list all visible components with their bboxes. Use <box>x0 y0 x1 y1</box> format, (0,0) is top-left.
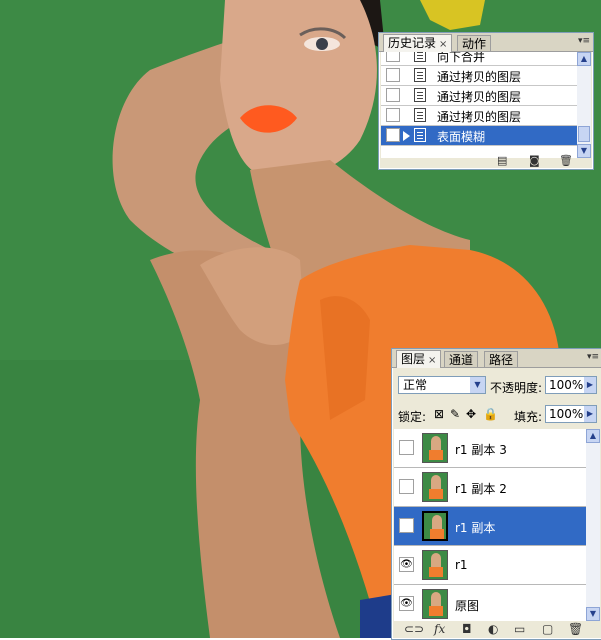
history-source-checkbox[interactable] <box>386 108 400 122</box>
layer-thumbnail <box>422 589 448 619</box>
tab-history[interactable]: 历史记录 × <box>383 34 453 52</box>
layer-row[interactable]: r1 副本 3 <box>394 429 590 468</box>
lock-label: 锁定: <box>398 410 427 424</box>
history-source-checkbox[interactable] <box>386 128 400 142</box>
scroll-down-icon[interactable]: ▼ <box>586 607 600 621</box>
history-footer: ▤ ◙ 🗑 <box>379 153 593 169</box>
lock-move-icon[interactable]: ✥ <box>466 407 476 421</box>
tab-actions-label: 动作 <box>462 37 487 51</box>
layer-name: r1 副本 <box>455 521 496 535</box>
history-item-label: 通过拷贝的图层 <box>437 70 522 84</box>
layer-row-selected[interactable]: 👁 r1 副本 <box>394 507 590 546</box>
fill-input[interactable]: 100% ▶ <box>545 405 597 423</box>
fill-label: 填充: <box>514 410 543 424</box>
opacity-label: 不透明度: <box>490 381 543 395</box>
history-item-label: 通过拷贝的图层 <box>437 110 522 124</box>
chevron-right-icon[interactable]: ▶ <box>584 377 596 393</box>
link-icon[interactable]: ⊂⊃ <box>404 622 424 636</box>
tab-layers[interactable]: 图层 × <box>396 350 442 368</box>
new-document-icon[interactable]: ▤ <box>497 154 507 167</box>
history-source-checkbox[interactable] <box>386 52 400 62</box>
layer-name: r1 副本 3 <box>455 443 507 457</box>
chevron-down-icon[interactable]: ▼ <box>470 377 485 393</box>
layer-thumbnail <box>422 511 448 541</box>
adjustment-icon[interactable]: ◐ <box>488 622 498 636</box>
history-tabbar: 历史记录 × 动作 ▾≡ <box>379 33 593 52</box>
fill-value: 100% <box>549 407 584 421</box>
history-list: 向下合并 通过拷贝的图层 通过拷贝的图层 通过拷贝的图层 表面模糊 <box>381 52 577 158</box>
layer-row[interactable]: r1 副本 2 <box>394 468 590 507</box>
layers-panel: ◂◂ 图层× 通道 路径 ▾≡ 正常 ▼ 不透明度: 100% ▶ 锁定: ⊠ … <box>391 348 601 640</box>
history-item[interactable]: 通过拷贝的图层 <box>381 106 577 126</box>
lock-all-icon[interactable]: 🔒 <box>483 407 498 421</box>
visibility-toggle[interactable] <box>399 479 414 494</box>
layer-row[interactable]: 👁 r1 <box>394 546 590 585</box>
layers-tabbar: 图层 × 通道 路径 ▾≡ <box>392 349 601 368</box>
visibility-toggle[interactable] <box>399 440 414 455</box>
new-layer-icon[interactable]: ▢ <box>542 622 553 636</box>
history-item[interactable]: 通过拷贝的图层 <box>381 66 577 86</box>
scroll-up-icon[interactable]: ▲ <box>586 429 600 443</box>
history-state-icon <box>414 52 426 62</box>
mask-icon[interactable]: ◘ <box>462 622 472 636</box>
tab-layers-label: 图层 <box>401 352 426 366</box>
scroll-thumb[interactable] <box>578 126 590 142</box>
panel-menu-icon[interactable]: ▾≡ <box>578 36 590 46</box>
lock-transparency-icon[interactable]: ⊠ <box>434 407 444 421</box>
history-state-icon <box>414 108 426 122</box>
layer-thumbnail <box>422 433 448 463</box>
history-state-icon <box>414 68 426 82</box>
close-icon[interactable]: × <box>439 39 447 50</box>
tab-actions[interactable]: 动作 <box>457 35 492 51</box>
layer-name: 原图 <box>455 599 480 613</box>
close-icon[interactable]: × <box>428 355 436 366</box>
lock-brush-icon[interactable]: ✎ <box>450 407 460 421</box>
layer-thumbnail <box>422 472 448 502</box>
history-item-selected[interactable]: 表面模糊 <box>381 126 577 146</box>
history-scrollbar[interactable]: ▲ ▼ <box>577 52 591 158</box>
tab-history-label: 历史记录 <box>388 36 437 50</box>
folder-icon[interactable]: ▭ <box>514 622 525 636</box>
layer-list: r1 副本 3 r1 副本 2 👁 r1 副本 👁 r1 👁 原图 <box>394 429 590 621</box>
history-source-checkbox[interactable] <box>386 88 400 102</box>
layers-scrollbar[interactable]: ▲ ▼ <box>586 429 600 621</box>
opacity-input[interactable]: 100% ▶ <box>545 376 597 394</box>
history-item-label: 向下合并 <box>437 52 486 64</box>
trash-icon[interactable]: 🗑 <box>559 154 573 167</box>
fx-icon[interactable]: fx <box>434 622 445 636</box>
history-state-marker-icon <box>403 131 410 141</box>
history-state-icon <box>414 88 426 102</box>
history-item-label: 通过拷贝的图层 <box>437 90 522 104</box>
layers-footer: ⊂⊃ fx ◘ ◐ ▭ ▢ 🗑 <box>392 621 601 639</box>
opacity-value: 100% <box>549 378 584 392</box>
camera-icon[interactable]: ◙ <box>529 154 540 167</box>
panel-menu-icon[interactable]: ▾≡ <box>587 352 599 362</box>
history-item[interactable]: 向下合并 <box>381 52 577 66</box>
history-item[interactable]: 通过拷贝的图层 <box>381 86 577 106</box>
eye-icon[interactable]: 👁 <box>399 557 414 572</box>
tab-paths-label: 路径 <box>489 353 514 367</box>
history-panel: ◂◂ 历史记录× 动作 ▾≡ 向下合并 通过拷贝的图层 通过拷贝的图层 通过拷贝 <box>378 32 594 170</box>
blend-mode-select[interactable]: 正常 ▼ <box>398 376 486 394</box>
layer-row[interactable]: 👁 原图 <box>394 585 590 621</box>
tab-channels[interactable]: 通道 <box>444 351 479 367</box>
layer-name: r1 <box>455 558 468 572</box>
history-state-icon <box>414 128 426 142</box>
scroll-up-icon[interactable]: ▲ <box>577 52 591 66</box>
history-item-label: 表面模糊 <box>437 130 486 144</box>
eye-icon[interactable]: 👁 <box>399 518 414 533</box>
tab-channels-label: 通道 <box>449 353 474 367</box>
layer-name: r1 副本 2 <box>455 482 507 496</box>
tab-paths[interactable]: 路径 <box>484 351 519 367</box>
layer-thumbnail <box>422 550 448 580</box>
chevron-right-icon[interactable]: ▶ <box>584 406 596 422</box>
blend-mode-value: 正常 <box>403 378 428 392</box>
history-source-checkbox[interactable] <box>386 68 400 82</box>
eye-icon[interactable]: 👁 <box>399 596 414 611</box>
trash-icon[interactable]: 🗑 <box>568 622 583 636</box>
